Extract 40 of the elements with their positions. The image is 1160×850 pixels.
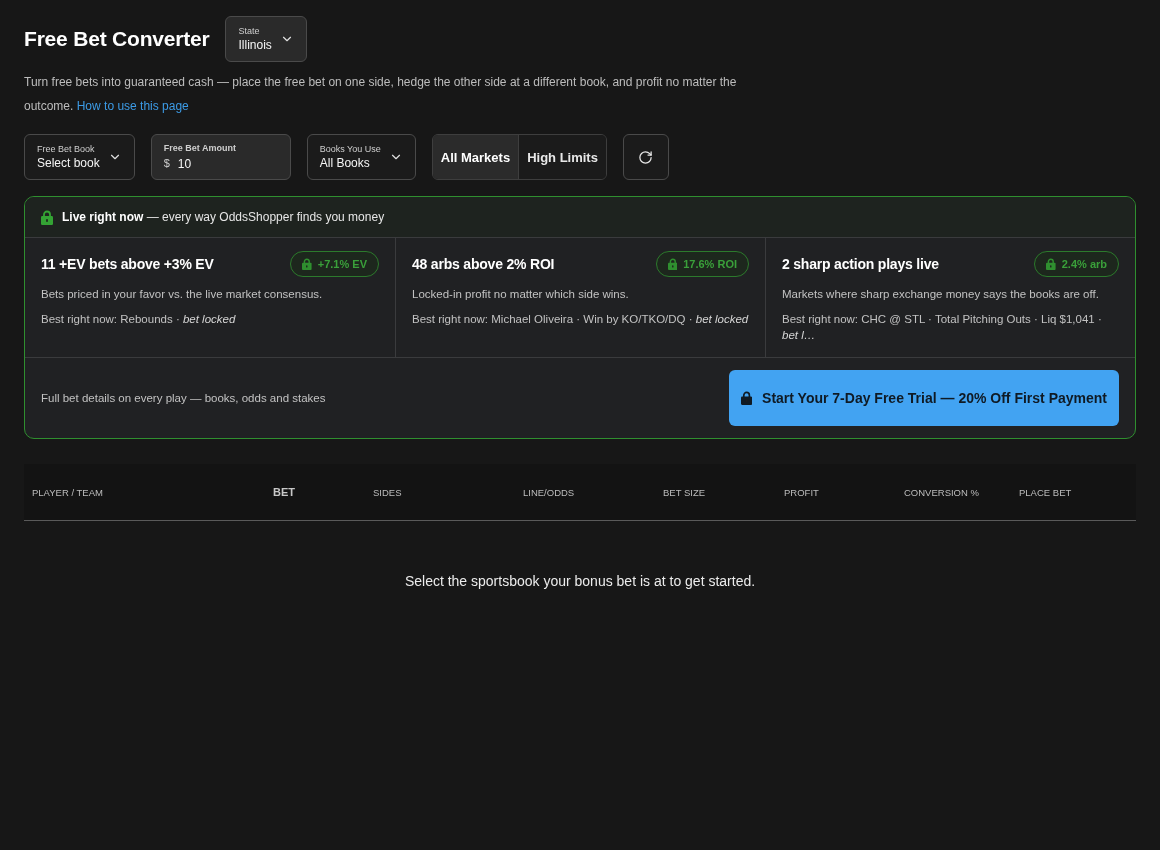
- stat-description: Markets where sharp exchange money says the books are off.: [782, 287, 1100, 302]
- stat-title: 2 sharp action plays live: [782, 256, 939, 272]
- footer-note: Full bet details on every play — books, odds and stakes: [41, 392, 326, 404]
- refresh-button[interactable]: [622, 134, 669, 180]
- column-header[interactable]: PLACE BET: [1019, 486, 1136, 498]
- stat-description: Bets priced in your favor vs. the live market consensus.: [41, 287, 324, 302]
- best-pick-text: Best right now: Michael Oliveira · Win by KO/TKO/DQ · bet locked: [412, 312, 749, 327]
- stat-description: Locked-in profit no matter which side wins.: [412, 287, 630, 302]
- page-description: Turn free bets into guaranteed cash — place the free bet on one side, hedge the other side at a different book, and profit no matter the outcome. How to use this page: [24, 74, 738, 115]
- stat-title: 48 arbs above 2% ROI: [412, 256, 555, 272]
- column-header[interactable]: PROFIT: [784, 486, 904, 498]
- how-to-link[interactable]: How to use this page: [76, 99, 189, 113]
- amount-input-field[interactable]: Free Bet Amount $ 10: [150, 134, 291, 180]
- free-trial-button[interactable]: Start Your 7-Day Free Trial — 20% Off First Payment: [728, 370, 1119, 426]
- dropdown-select[interactable]: Books You Use All Books: [306, 134, 416, 180]
- page-title: Free Bet Converter: [24, 27, 210, 51]
- lock-icon: [1046, 258, 1056, 270]
- column-header[interactable]: BET: [273, 486, 373, 498]
- stat-tag-text: 17.6% ROI: [683, 258, 737, 270]
- lock-icon: [41, 209, 53, 225]
- market-toggle-button[interactable]: All Markets: [432, 135, 519, 179]
- stat-tag-text: +7.1% EV: [317, 258, 367, 270]
- column-header[interactable]: PLAYER / TEAM: [32, 486, 273, 498]
- live-heading: Live right now — every way OddsShopper finds you money: [62, 210, 385, 224]
- column-header[interactable]: CONVERSION %: [904, 486, 1019, 498]
- empty-state-message: Select the sportsbook your bonus bet is at to get started.: [403, 573, 757, 589]
- lock-icon: [302, 258, 312, 270]
- lock-icon: [740, 391, 753, 405]
- column-header[interactable]: SIDES: [373, 486, 523, 498]
- best-pick-text: Best right now: Rebounds · bet locked: [41, 312, 237, 327]
- lock-icon: [667, 258, 678, 270]
- stat-tag-text: 2.4% arb: [1061, 258, 1107, 270]
- column-header[interactable]: BET SIZE: [663, 486, 784, 498]
- stat-title: 11 +EV bets above +3% EV: [41, 256, 214, 272]
- state-select[interactable]: State Illinois: [225, 16, 307, 62]
- market-toggle-button[interactable]: High Limits: [518, 135, 606, 179]
- best-pick-text: Best right now: CHC @ STL · Total Pitching Outs · Liq $1,041 · bet l…: [782, 312, 1103, 343]
- dropdown-select[interactable]: Free Bet Book Select book: [24, 134, 135, 180]
- column-header[interactable]: LINE/ODDS: [523, 486, 663, 498]
- refresh-icon: [638, 149, 654, 165]
